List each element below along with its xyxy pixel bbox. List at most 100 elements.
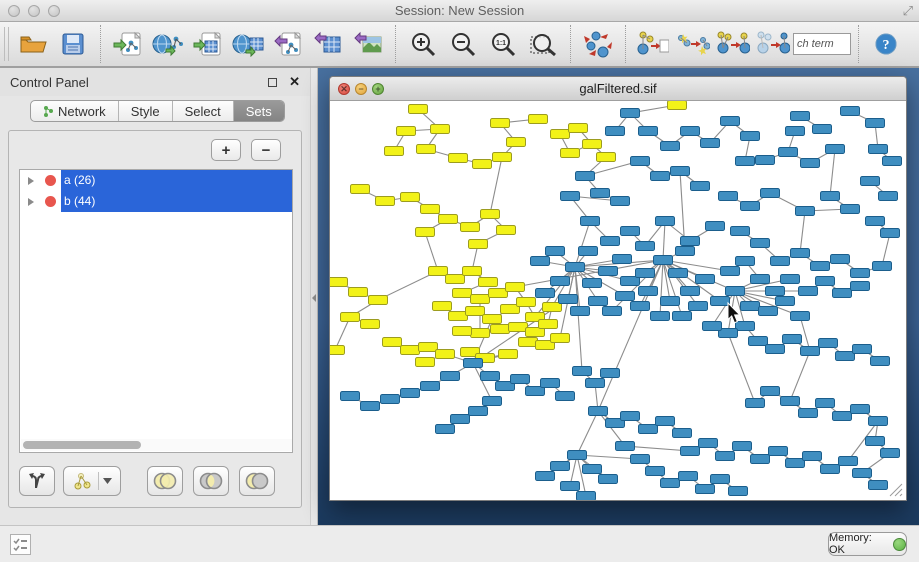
graph-node[interactable]	[601, 237, 620, 246]
graph-node[interactable]	[397, 127, 416, 136]
close-window-button[interactable]	[8, 5, 20, 17]
graph-node[interactable]	[771, 257, 790, 266]
graph-node[interactable]	[376, 197, 395, 206]
graph-node[interactable]	[341, 392, 360, 401]
graph-node[interactable]	[491, 119, 510, 128]
graph-node[interactable]	[801, 347, 820, 356]
graph-node[interactable]	[330, 278, 348, 287]
graph-node[interactable]	[581, 217, 600, 226]
graph-node[interactable]	[436, 425, 455, 434]
remove-set-button[interactable]: −	[251, 139, 281, 161]
graph-node[interactable]	[636, 242, 655, 251]
graph-node[interactable]	[621, 412, 640, 421]
graph-node[interactable]	[330, 346, 345, 355]
graph-node[interactable]	[561, 482, 580, 491]
graph-node[interactable]	[751, 239, 770, 248]
graph-node[interactable]	[841, 107, 860, 116]
graph-node[interactable]	[869, 145, 888, 154]
close-panel-icon[interactable]: ✕	[289, 74, 300, 90]
graph-node[interactable]	[761, 189, 780, 198]
graph-node[interactable]	[766, 345, 785, 354]
graph-node[interactable]	[731, 227, 750, 236]
graph-node[interactable]	[589, 407, 608, 416]
import-network-url-button[interactable]	[151, 26, 185, 62]
graph-node[interactable]	[441, 372, 460, 381]
network-graph[interactable]	[330, 101, 906, 500]
tab-sets[interactable]: Sets	[234, 101, 284, 121]
graph-node[interactable]	[517, 298, 536, 307]
graph-node[interactable]	[464, 359, 483, 368]
graph-node[interactable]	[766, 287, 785, 296]
graph-node[interactable]	[369, 296, 388, 305]
graph-node[interactable]	[861, 177, 880, 186]
graph-node[interactable]	[466, 307, 485, 316]
graph-node[interactable]	[776, 297, 795, 306]
graph-node[interactable]	[599, 475, 618, 484]
graph-node[interactable]	[566, 263, 585, 272]
graph-node[interactable]	[866, 217, 885, 226]
scrollbar-thumb[interactable]	[23, 441, 141, 449]
graph-node[interactable]	[351, 185, 370, 194]
graph-node[interactable]	[361, 402, 380, 411]
graph-node[interactable]	[756, 156, 775, 165]
graph-node[interactable]	[361, 320, 380, 329]
expand-arrow-icon[interactable]	[28, 177, 34, 185]
graph-node[interactable]	[551, 462, 570, 471]
graph-node[interactable]	[568, 451, 587, 460]
graph-node[interactable]	[746, 399, 765, 408]
graph-node[interactable]	[879, 192, 898, 201]
graph-node[interactable]	[711, 475, 730, 484]
zoom-in-button[interactable]	[406, 26, 440, 62]
graph-node[interactable]	[429, 267, 448, 276]
zoom-fit-selected-button[interactable]	[526, 26, 560, 62]
graph-node[interactable]	[791, 112, 810, 121]
graph-node[interactable]	[741, 132, 760, 141]
graph-node[interactable]	[453, 289, 472, 298]
graph-node[interactable]	[681, 287, 700, 296]
graph-node[interactable]	[613, 255, 632, 264]
graph-node[interactable]	[529, 115, 548, 124]
graph-node[interactable]	[833, 412, 852, 421]
graph-node[interactable]	[656, 217, 675, 226]
graph-node[interactable]	[539, 320, 558, 329]
graph-node[interactable]	[866, 437, 885, 446]
graph-node[interactable]	[769, 447, 788, 456]
graph-node[interactable]	[681, 237, 700, 246]
graph-node[interactable]	[551, 334, 570, 343]
graph-node[interactable]	[616, 442, 635, 451]
graph-node[interactable]	[469, 240, 488, 249]
graph-node[interactable]	[489, 289, 508, 298]
graph-node[interactable]	[673, 429, 692, 438]
zoom-actual-size-button[interactable]: 1:1	[486, 26, 520, 62]
graph-node[interactable]	[631, 302, 650, 311]
graph-node[interactable]	[583, 465, 602, 474]
graph-node[interactable]	[736, 257, 755, 266]
graph-node[interactable]	[721, 117, 740, 126]
network-view[interactable]	[330, 101, 906, 500]
tab-select[interactable]: Select	[173, 101, 234, 121]
panel-splitter[interactable]	[310, 68, 318, 525]
graph-node[interactable]	[616, 292, 635, 301]
graph-node[interactable]	[611, 197, 630, 206]
graph-node[interactable]	[711, 297, 730, 306]
graph-node[interactable]	[833, 289, 852, 298]
graph-node[interactable]	[811, 262, 830, 271]
graph-node[interactable]	[703, 322, 722, 331]
graph-node[interactable]	[669, 269, 688, 278]
graph-node[interactable]	[851, 405, 870, 414]
graph-node[interactable]	[385, 147, 404, 156]
union-sets-button[interactable]	[147, 466, 183, 496]
graph-node[interactable]	[869, 417, 888, 426]
graph-node[interactable]	[866, 119, 885, 128]
graph-node[interactable]	[499, 350, 518, 359]
graph-node[interactable]	[511, 375, 530, 384]
graph-node[interactable]	[883, 157, 902, 166]
graph-node[interactable]	[439, 215, 458, 224]
graph-node[interactable]	[451, 415, 470, 424]
network-window-titlebar[interactable]: ✕ − + galFiltered.sif	[330, 77, 906, 101]
graph-node[interactable]	[586, 379, 605, 388]
graph-node[interactable]	[783, 335, 802, 344]
graph-node[interactable]	[736, 322, 755, 331]
import-table-file-button[interactable]	[191, 26, 225, 62]
graph-node[interactable]	[853, 345, 872, 354]
